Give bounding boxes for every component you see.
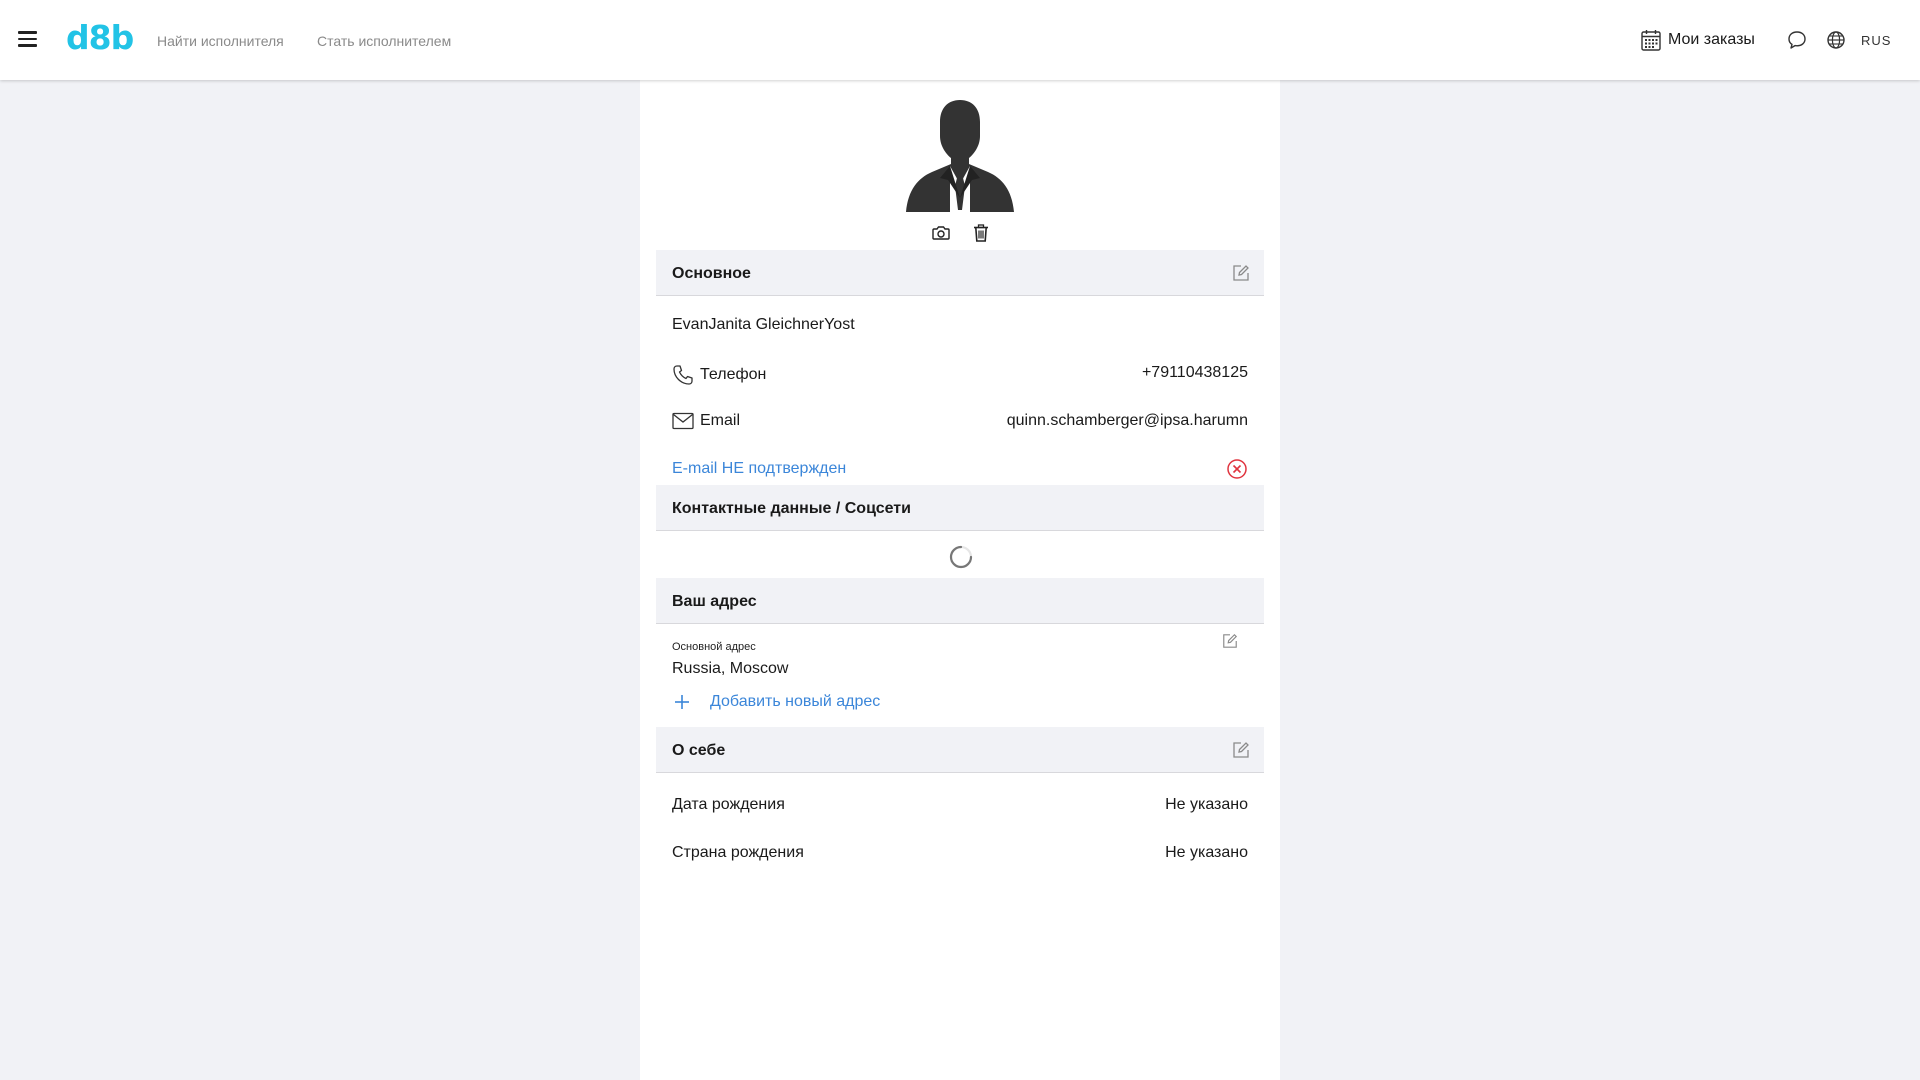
birth-date-row: Дата рождения Не указано <box>672 796 1264 818</box>
loading-spinner-icon <box>949 545 973 569</box>
section-address: Ваш адрес <box>656 578 1264 624</box>
email-status-row: E-mail НЕ подтвержден <box>672 459 1264 482</box>
plus-icon <box>675 695 689 709</box>
email-value: quinn.schamberger@ipsa.harumn <box>1006 412 1248 429</box>
profile-name-row: EvanJanita GleichnerYost <box>672 316 1264 338</box>
add-address-label: Добавить новый адрес <box>710 693 881 710</box>
avatar-actions <box>930 222 992 244</box>
section-basic-title: Основное <box>672 265 751 282</box>
add-address-button[interactable]: Добавить новый адрес <box>674 693 880 711</box>
profile-name: EvanJanita GleichnerYost <box>672 316 855 333</box>
phone-row: Телефон +79110438125 <box>672 364 1264 386</box>
phone-label: Телефон <box>700 366 767 383</box>
email-row: Email quinn.schamberger@ipsa.harumn <box>672 412 1264 434</box>
logo[interactable]: d8b <box>66 18 134 57</box>
section-basic: Основное <box>656 250 1264 296</box>
main-address-value: Russia, Moscow <box>672 660 789 677</box>
section-about-title: О себе <box>672 742 726 759</box>
avatar-placeholder[interactable] <box>904 98 1016 212</box>
camera-icon[interactable] <box>930 222 952 244</box>
birth-date-value: Не указано <box>1165 796 1248 813</box>
edit-icon[interactable] <box>1232 741 1250 759</box>
edit-icon[interactable] <box>1232 264 1250 282</box>
birth-date-label: Дата рождения <box>672 796 785 813</box>
section-address-title: Ваш адрес <box>672 593 757 610</box>
chat-icon[interactable] <box>1787 30 1807 50</box>
language-selector[interactable]: RUS <box>1861 33 1891 48</box>
my-orders-button[interactable]: Мои заказы <box>1641 29 1755 51</box>
address-edit-icon[interactable] <box>1222 633 1238 649</box>
phone-icon <box>672 364 694 386</box>
my-orders-label: Мои заказы <box>1668 31 1755 48</box>
globe-icon[interactable] <box>1826 30 1846 50</box>
profile-panel: Основное EvanJanita GleichnerYost Телефо… <box>640 80 1280 1080</box>
main-address-label: Основной адрес <box>672 641 756 653</box>
birth-country-label: Страна рождения <box>672 844 804 861</box>
email-unconfirmed-link[interactable]: E-mail НЕ подтвержден <box>672 460 846 478</box>
birth-country-row: Страна рождения Не указано <box>672 844 1264 866</box>
nav-become-performer[interactable]: Стать исполнителем <box>317 33 451 49</box>
menu-icon[interactable] <box>18 31 37 47</box>
trash-icon[interactable] <box>970 222 992 244</box>
error-x-icon <box>1227 459 1247 479</box>
nav-find-performer[interactable]: Найти исполнителя <box>157 33 284 49</box>
email-label: Email <box>700 412 741 429</box>
section-contacts: Контактные данные / Соцсети <box>656 485 1264 531</box>
top-header: d8b Найти исполнителя Стать исполнителем… <box>0 0 1920 80</box>
phone-value: +79110438125 <box>1141 364 1248 381</box>
calendar-icon <box>1641 30 1661 51</box>
section-about: О себе <box>656 727 1264 773</box>
section-contacts-title: Контактные данные / Соцсети <box>672 500 911 517</box>
mail-icon <box>672 412 694 430</box>
birth-country-value: Не указано <box>1165 844 1248 861</box>
